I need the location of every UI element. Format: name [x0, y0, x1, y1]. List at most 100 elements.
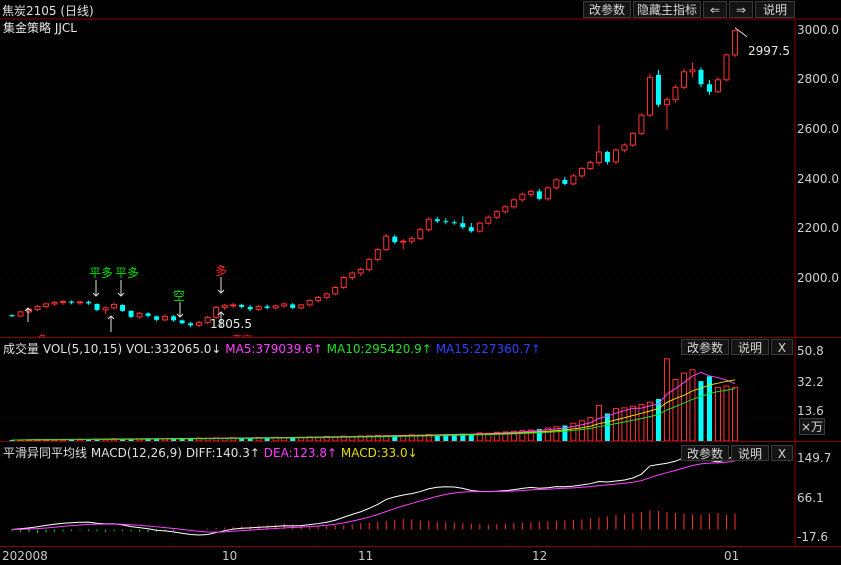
volume-bar — [604, 413, 610, 441]
macd-value: MACD:33.0↓ — [340, 446, 418, 460]
candle-body — [102, 307, 109, 311]
help-button[interactable]: 说明 — [755, 1, 795, 18]
low-price-label: 1805.5 — [210, 317, 252, 331]
volume-value: VOL:332065.0↓ — [125, 342, 222, 356]
volume-bar — [689, 369, 696, 442]
price-tick: 2600.0 — [797, 122, 839, 136]
volume-unit-button[interactable]: ×万 — [799, 418, 825, 435]
candle-body — [34, 305, 41, 310]
candle-body — [383, 235, 390, 251]
macd-params: MACD(12,26,9) — [90, 446, 182, 460]
candle-body — [374, 249, 381, 261]
candle-body — [154, 316, 160, 320]
volume-bar — [578, 420, 585, 442]
volume-bar — [732, 386, 738, 442]
volume-bar — [638, 404, 645, 442]
macd-close-button[interactable]: X — [771, 445, 793, 461]
candle-body — [587, 161, 594, 169]
macd-tick: 66.1 — [797, 491, 824, 505]
x-tick: 10 — [222, 549, 238, 563]
candle-body — [502, 206, 509, 213]
candle-body — [434, 219, 440, 222]
candle-body — [128, 310, 134, 317]
volume-bar — [663, 358, 670, 442]
candle-body — [570, 175, 577, 185]
candle-body — [663, 99, 670, 106]
price-tick: 2800.0 — [797, 72, 839, 86]
volume-ma5: MA5:379039.6↑ — [225, 342, 323, 356]
price-tick: 2000.0 — [797, 271, 839, 285]
panel-divider — [0, 337, 841, 338]
candle-body — [621, 144, 628, 151]
candle-body — [536, 191, 542, 199]
candle-body — [468, 227, 474, 232]
volume-bar — [655, 398, 661, 441]
macd-tick: 149.7 — [797, 451, 832, 465]
candle-body — [493, 211, 500, 218]
candle-body — [162, 315, 169, 321]
candle-body — [136, 312, 143, 318]
candle-body — [655, 74, 661, 105]
candle-body — [723, 54, 730, 81]
candle-body — [264, 306, 270, 308]
candle-body — [290, 304, 296, 308]
candle-body — [179, 320, 185, 324]
candle-body — [544, 187, 551, 200]
candle-body — [247, 306, 253, 310]
candle-body — [443, 221, 449, 223]
candle-body — [578, 167, 585, 177]
candle-body — [332, 286, 339, 295]
candle-body — [315, 296, 322, 301]
edit-params-button[interactable]: 改参数 — [583, 1, 631, 18]
candle-body — [349, 272, 356, 279]
vol-edit-params-button[interactable]: 改参数 — [681, 339, 729, 355]
candle-body — [698, 69, 704, 85]
signal-close-long: 平多 — [115, 266, 140, 280]
macd-diff-line — [11, 454, 736, 536]
volume-bar — [646, 401, 653, 442]
candle-body — [553, 179, 560, 189]
candle-body — [417, 229, 424, 240]
candle-body — [519, 193, 526, 201]
macd-help-button[interactable]: 说明 — [731, 445, 769, 461]
prev-arrow-icon[interactable]: ⇐ — [703, 1, 727, 18]
candle-body — [595, 151, 602, 163]
panel-divider — [0, 441, 841, 442]
candle-body — [646, 76, 653, 116]
candle-body — [51, 301, 58, 305]
candle-body — [732, 30, 738, 56]
volume-header: 成交量 VOL(5,10,15) VOL:332065.0↓ MA5:37903… — [3, 340, 541, 357]
macd-tick: -17.6 — [797, 530, 829, 544]
candle-body — [196, 321, 203, 326]
macd-header: 平滑异同平均线 MACD(12,26,9) DIFF:140.3↑ DEA:12… — [3, 444, 418, 461]
candle-body — [357, 269, 364, 274]
macd-edit-params-button[interactable]: 改参数 — [681, 445, 729, 461]
candle-body — [60, 300, 67, 303]
volume-bar — [621, 407, 628, 442]
macd-dea: DEA:123.8↑ — [263, 446, 338, 460]
candle-body — [340, 277, 347, 288]
candle-body — [510, 199, 517, 208]
x-tick: 202008 — [2, 549, 48, 563]
candle-body — [562, 179, 568, 184]
candle-body — [239, 304, 245, 307]
candle-body — [171, 316, 177, 321]
next-arrow-icon[interactable]: ⇒ — [729, 1, 753, 18]
candle-body — [77, 301, 84, 304]
hide-main-indicator-button[interactable]: 隐藏主指标 — [633, 1, 701, 18]
candle-body — [17, 311, 24, 317]
volume-bar — [587, 417, 594, 442]
strategy-label: 集金策略 JJCL — [3, 21, 77, 35]
candle-body — [145, 313, 151, 316]
signal-long: 多 — [215, 264, 228, 278]
candle-body — [255, 305, 262, 310]
macd-name: 平滑异同平均线 — [3, 446, 88, 460]
vol-help-button[interactable]: 说明 — [731, 339, 769, 355]
candle-body — [672, 86, 679, 101]
price-tick: 3000.0 — [797, 23, 839, 37]
vol-close-button[interactable]: X — [771, 339, 793, 355]
candle-body — [680, 71, 687, 88]
macd-diff: DIFF:140.3↑ — [185, 446, 260, 460]
candle-body — [460, 223, 466, 228]
candle-body — [111, 303, 118, 309]
